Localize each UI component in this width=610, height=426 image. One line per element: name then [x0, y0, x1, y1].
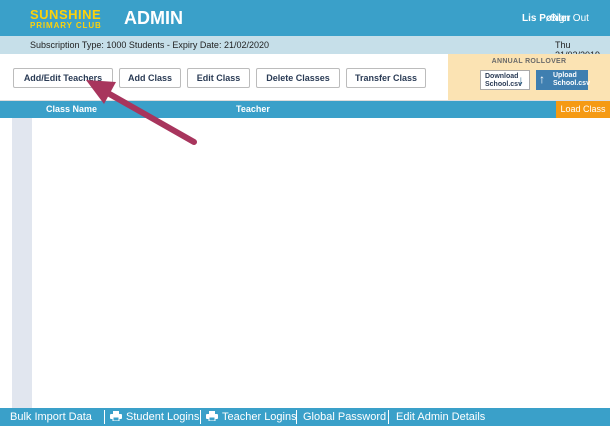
top-header: SUNSHINE PRIMARY CLUB ADMIN Lis Pøhler S… — [0, 0, 610, 36]
sign-out-link[interactable]: Sign Out — [550, 13, 589, 24]
rollover-title: ANNUAL ROLLOVER — [491, 58, 567, 65]
footer-divider — [296, 410, 297, 424]
logo-line1: SUNSHINE — [30, 7, 102, 22]
page-title: ADMIN — [124, 8, 183, 28]
student-logins-link[interactable]: Student Logins — [110, 411, 199, 423]
download-label: Download School.csv — [485, 73, 522, 88]
bulk-import-link[interactable]: Bulk Import Data — [10, 411, 92, 423]
edit-admin-details-link[interactable]: Edit Admin Details — [396, 411, 485, 423]
arrow-up-icon: ↑ — [539, 72, 545, 86]
teacher-logins-link[interactable]: Teacher Logins — [206, 411, 297, 423]
footer-bar: Bulk Import Data Student Logins Teacher … — [0, 408, 610, 426]
column-teacher[interactable]: Teacher — [236, 104, 270, 114]
transfer-class-button[interactable]: Transfer Class — [346, 68, 426, 88]
add-class-button[interactable]: Add Class — [119, 68, 181, 88]
global-password-link[interactable]: Global Password — [303, 411, 386, 423]
load-class-button[interactable]: Load Class — [556, 101, 610, 118]
footer-divider — [104, 410, 105, 424]
footer-divider — [200, 410, 201, 424]
download-school-csv-button[interactable]: Download School.csv ↓ — [480, 70, 530, 90]
annual-rollover-panel: ANNUAL ROLLOVER Download School.csv ↓ ↑ … — [448, 54, 610, 100]
printer-icon — [206, 411, 218, 421]
arrow-down-icon: ↓ — [518, 73, 524, 87]
edit-class-button[interactable]: Edit Class — [187, 68, 250, 88]
printer-icon — [110, 411, 122, 421]
student-logins-label: Student Logins — [126, 411, 200, 423]
footer-divider — [388, 410, 389, 424]
class-list — [32, 118, 600, 408]
subscription-bar: Subscription Type: 1000 Students - Expir… — [0, 36, 610, 60]
subscription-info: Subscription Type: 1000 Students - Expir… — [30, 40, 269, 50]
row-selector-gutter — [12, 118, 32, 408]
delete-classes-button[interactable]: Delete Classes — [256, 68, 340, 88]
column-class-name[interactable]: Class Name — [46, 104, 97, 114]
upload-label: Upload School.csv — [553, 72, 590, 87]
app-logo[interactable]: SUNSHINE PRIMARY CLUB — [30, 8, 102, 30]
add-edit-teachers-button[interactable]: Add/Edit Teachers — [13, 68, 113, 88]
logo-line2: PRIMARY CLUB — [30, 21, 102, 30]
upload-school-csv-button[interactable]: ↑ Upload School.csv — [536, 70, 590, 90]
table-header: Class Name Teacher — [0, 101, 610, 118]
teacher-logins-label: Teacher Logins — [222, 411, 297, 423]
